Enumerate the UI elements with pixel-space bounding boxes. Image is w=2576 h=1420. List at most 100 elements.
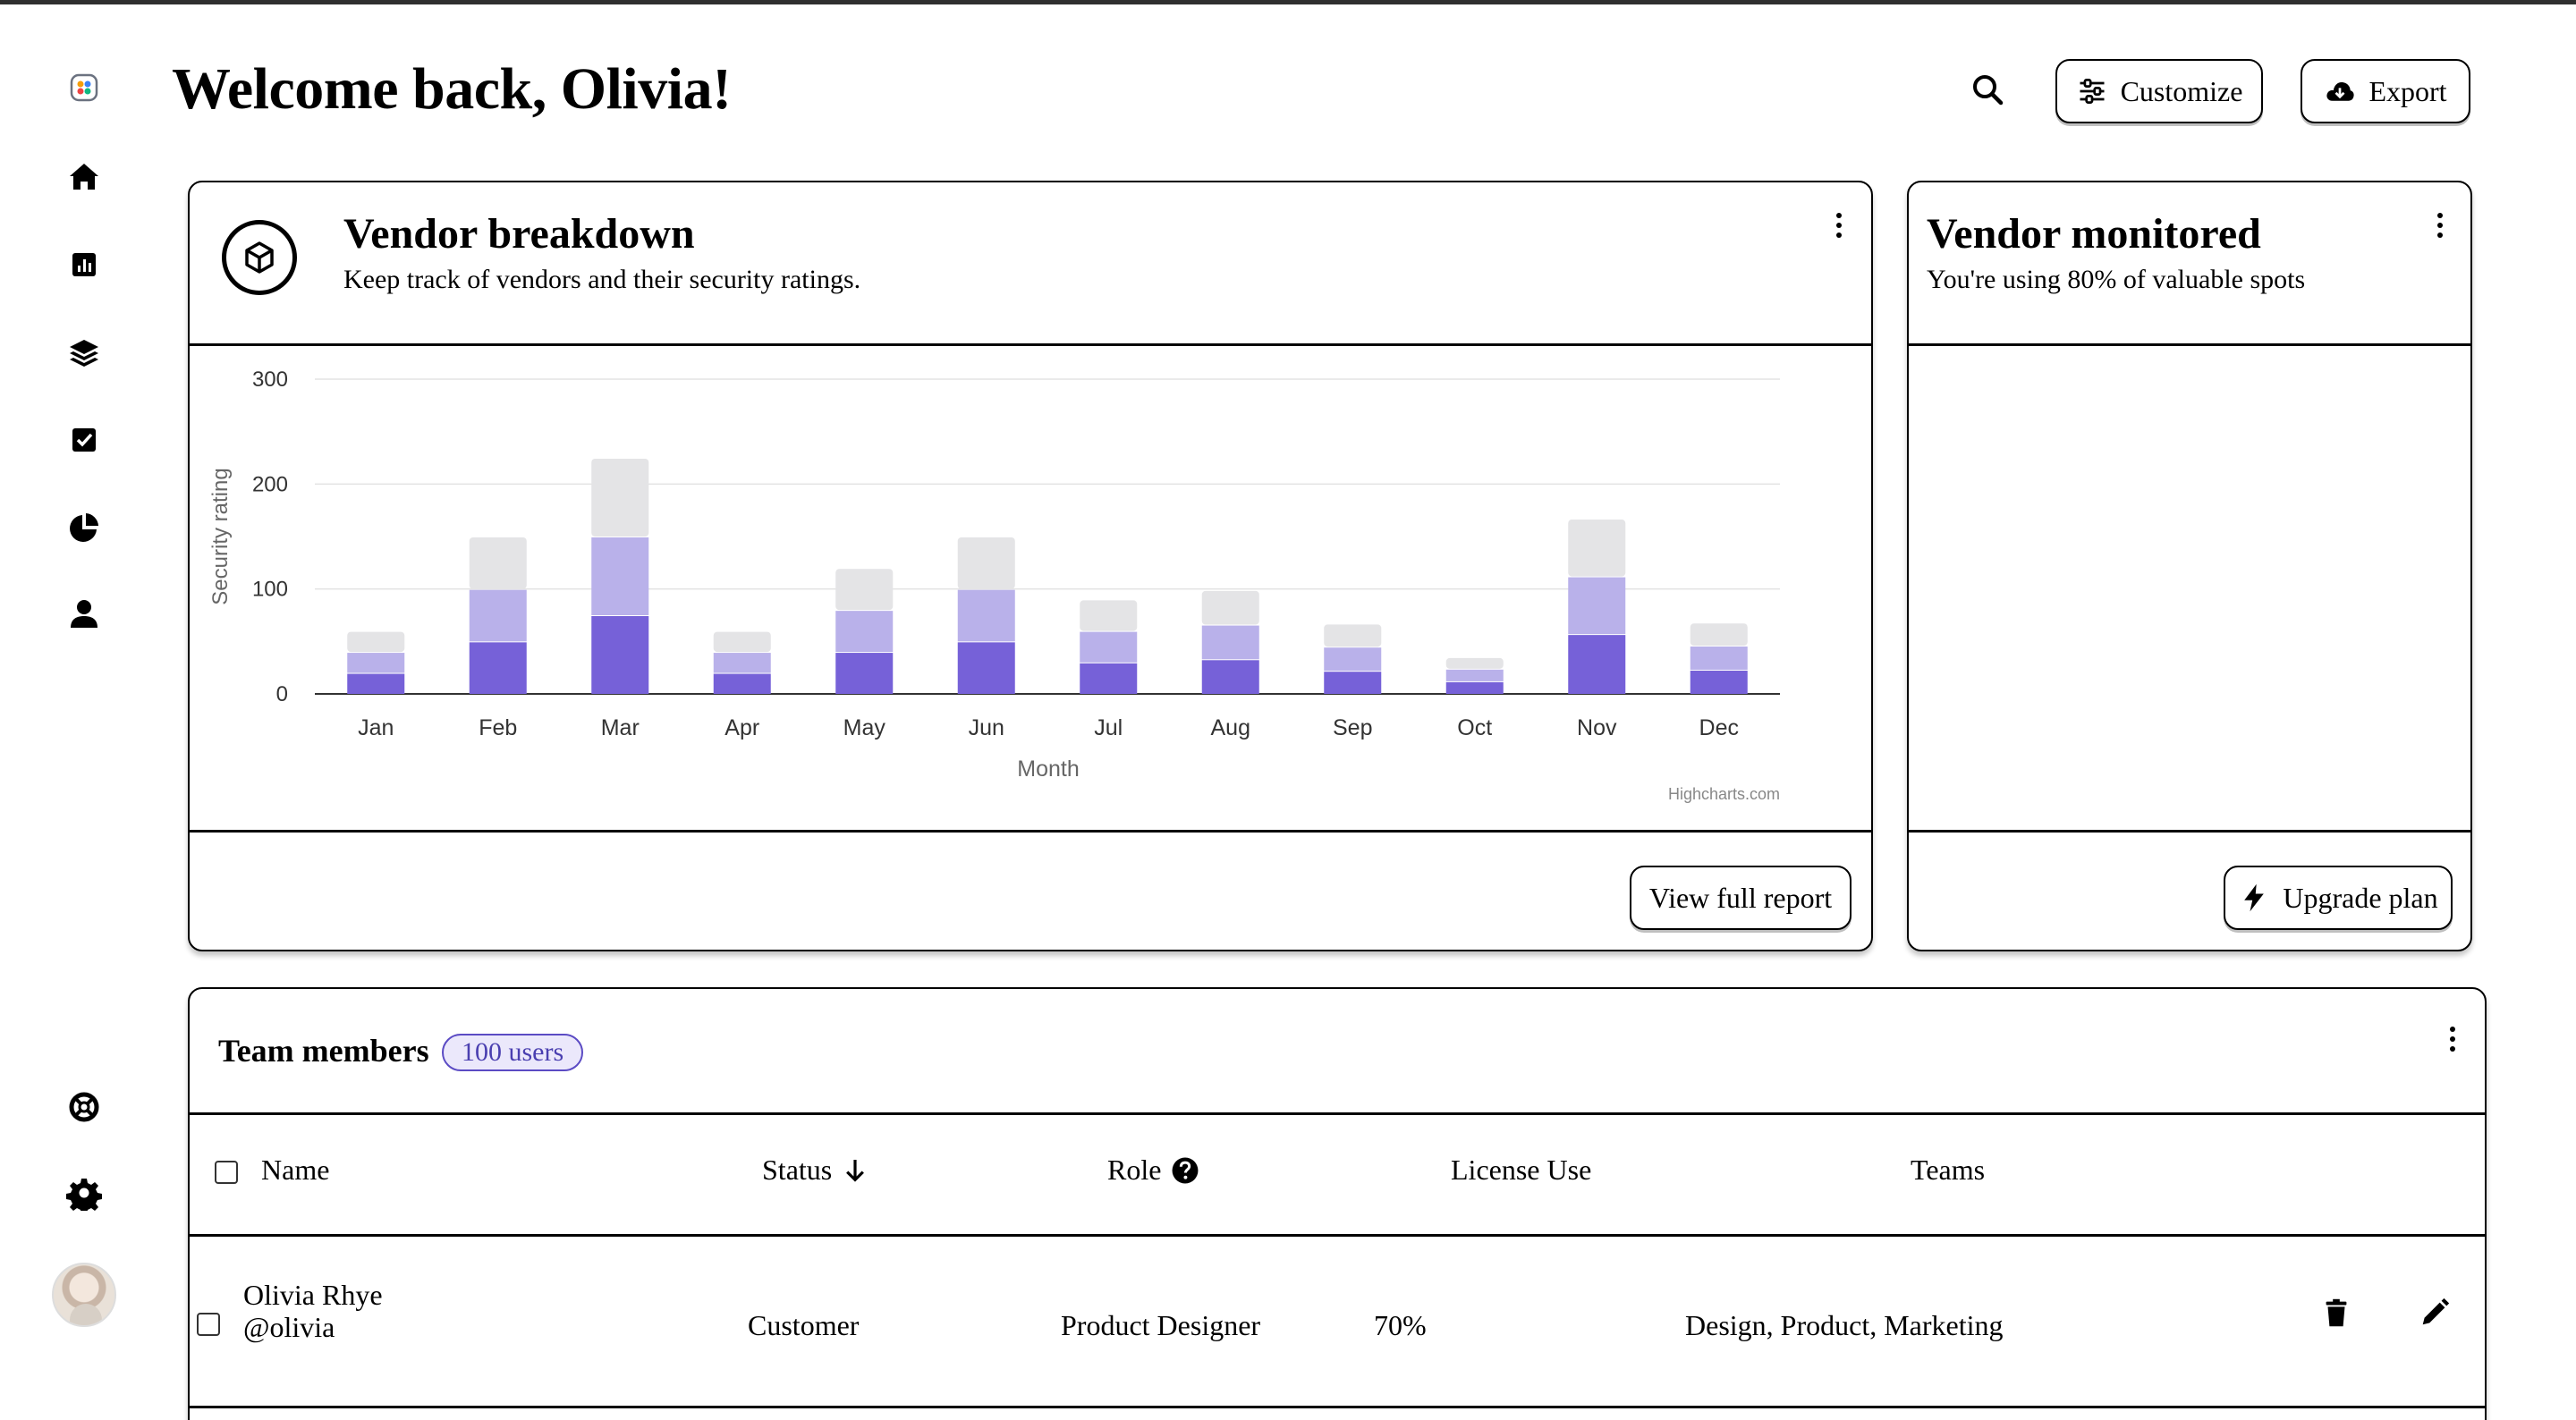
bar-segment[interactable] bbox=[1080, 663, 1138, 694]
column-label: Status bbox=[762, 1154, 833, 1186]
bar-segment[interactable] bbox=[591, 459, 649, 537]
vendor-breakdown-subtitle: Keep track of vendors and their security… bbox=[343, 265, 861, 294]
card-divider bbox=[190, 1406, 2485, 1408]
column-header-license-use[interactable]: License Use bbox=[1451, 1154, 1591, 1187]
x-tick-label: Jan bbox=[358, 715, 394, 740]
bar-segment[interactable] bbox=[1568, 635, 1626, 694]
bar-segment[interactable] bbox=[1201, 625, 1259, 660]
bar-segment[interactable] bbox=[1201, 590, 1259, 625]
select-all-checkbox[interactable] bbox=[215, 1161, 238, 1184]
column-label: License Use bbox=[1451, 1154, 1592, 1186]
cloud-download-icon bbox=[2324, 75, 2356, 107]
bar-segment[interactable] bbox=[347, 631, 405, 653]
bar-segment[interactable] bbox=[835, 569, 894, 611]
chart-credit[interactable]: Highcharts.com bbox=[1668, 785, 1780, 803]
lightning-icon bbox=[2238, 882, 2270, 914]
member-handle: @olivia bbox=[243, 1311, 335, 1343]
customize-label: Customize bbox=[2120, 74, 2243, 107]
bar-segment[interactable] bbox=[957, 537, 1015, 589]
more-options-icon[interactable] bbox=[1828, 206, 1850, 245]
column-header-name[interactable]: Name bbox=[261, 1154, 329, 1187]
member-role: Product Designer bbox=[1061, 1309, 1261, 1341]
more-options-icon[interactable] bbox=[2442, 1019, 2463, 1059]
bar-chart-icon[interactable] bbox=[64, 245, 104, 284]
card-divider bbox=[1909, 343, 2470, 346]
x-tick-label: Sep bbox=[1333, 715, 1372, 740]
x-tick-label: Feb bbox=[479, 715, 517, 740]
row-checkbox[interactable] bbox=[197, 1313, 220, 1336]
bar-segment[interactable] bbox=[1690, 623, 1748, 647]
bar-segment[interactable] bbox=[1445, 669, 1504, 681]
help-icon[interactable] bbox=[1170, 1155, 1200, 1186]
upgrade-plan-button[interactable]: Upgrade plan bbox=[2224, 866, 2453, 930]
bar-segment[interactable] bbox=[347, 653, 405, 673]
bar-segment[interactable] bbox=[591, 537, 649, 615]
home-icon[interactable] bbox=[64, 157, 104, 197]
bar-segment[interactable] bbox=[835, 653, 894, 694]
bar-segment[interactable] bbox=[713, 631, 771, 653]
x-tick-label: Jun bbox=[969, 715, 1004, 740]
bar-segment[interactable] bbox=[469, 642, 527, 694]
bar-segment[interactable] bbox=[347, 673, 405, 694]
member-status: Customer bbox=[748, 1309, 860, 1341]
export-button[interactable]: Export bbox=[2301, 59, 2470, 123]
bar-segment[interactable] bbox=[1324, 624, 1382, 647]
bar-segment[interactable] bbox=[713, 673, 771, 694]
column-label: Name bbox=[261, 1154, 330, 1186]
export-label: Export bbox=[2368, 74, 2447, 107]
column-header-status[interactable]: Status bbox=[762, 1154, 869, 1187]
bar-segment[interactable] bbox=[469, 537, 527, 589]
view-full-report-button[interactable]: View full report bbox=[1630, 866, 1852, 930]
y-tick-label: 200 bbox=[252, 472, 288, 496]
upgrade-plan-label: Upgrade plan bbox=[2283, 881, 2438, 914]
team-members-title: Team members bbox=[218, 1033, 429, 1069]
user-icon[interactable] bbox=[64, 594, 104, 633]
bar-segment[interactable] bbox=[1324, 647, 1382, 672]
arrow-down-icon bbox=[841, 1156, 869, 1185]
bar-segment[interactable] bbox=[713, 653, 771, 673]
bar-segment[interactable] bbox=[1080, 631, 1138, 663]
column-header-teams[interactable]: Teams bbox=[1911, 1154, 1985, 1187]
x-tick-label: Nov bbox=[1577, 715, 1617, 740]
customize-button[interactable]: Customize bbox=[2055, 59, 2263, 123]
bar-segment[interactable] bbox=[1690, 647, 1748, 671]
bar-segment[interactable] bbox=[835, 611, 894, 653]
bar-segment[interactable] bbox=[1568, 520, 1626, 577]
bar-segment[interactable] bbox=[957, 589, 1015, 642]
layers-icon[interactable] bbox=[64, 333, 104, 372]
trash-icon[interactable] bbox=[2317, 1293, 2356, 1332]
pencil-icon[interactable] bbox=[2415, 1293, 2454, 1332]
x-tick-label: Apr bbox=[724, 715, 759, 740]
page-title: Welcome back, Olivia! bbox=[172, 56, 732, 122]
cube-icon bbox=[222, 220, 297, 295]
column-label: Role bbox=[1107, 1154, 1162, 1186]
view-full-report-label: View full report bbox=[1648, 881, 1833, 914]
bar-segment[interactable] bbox=[469, 589, 527, 642]
pie-chart-icon[interactable] bbox=[64, 508, 104, 547]
x-axis-label: Month bbox=[1017, 756, 1079, 782]
support-icon[interactable] bbox=[64, 1087, 104, 1127]
bar-segment[interactable] bbox=[1445, 681, 1504, 694]
logo-icon[interactable] bbox=[64, 68, 104, 107]
bar-segment[interactable] bbox=[957, 642, 1015, 694]
x-tick-label: Aug bbox=[1211, 715, 1250, 740]
member-name: Olivia Rhye bbox=[243, 1279, 383, 1311]
vendor-breakdown-title: Vendor breakdown bbox=[343, 210, 695, 258]
bar-segment[interactable] bbox=[1324, 672, 1382, 694]
bar-segment[interactable] bbox=[591, 616, 649, 694]
sliders-icon bbox=[2076, 75, 2108, 107]
check-square-icon[interactable] bbox=[64, 420, 104, 460]
vendor-monitored-card: Vendor monitored You're using 80% of val… bbox=[1907, 181, 2472, 951]
vendor-monitored-subtitle: You're using 80% of valuable spots bbox=[1927, 265, 2306, 294]
search-icon[interactable] bbox=[1968, 70, 2007, 109]
bar-segment[interactable] bbox=[1080, 600, 1138, 631]
bar-segment[interactable] bbox=[1201, 660, 1259, 694]
bar-segment[interactable] bbox=[1568, 577, 1626, 635]
gear-icon[interactable] bbox=[64, 1173, 104, 1213]
vendor-monitored-title: Vendor monitored bbox=[1927, 210, 2261, 258]
avatar[interactable] bbox=[52, 1263, 116, 1327]
bar-segment[interactable] bbox=[1690, 671, 1748, 694]
bar-segment[interactable] bbox=[1445, 657, 1504, 669]
more-options-icon[interactable] bbox=[2429, 206, 2451, 245]
column-header-role[interactable]: Role bbox=[1107, 1154, 1200, 1187]
